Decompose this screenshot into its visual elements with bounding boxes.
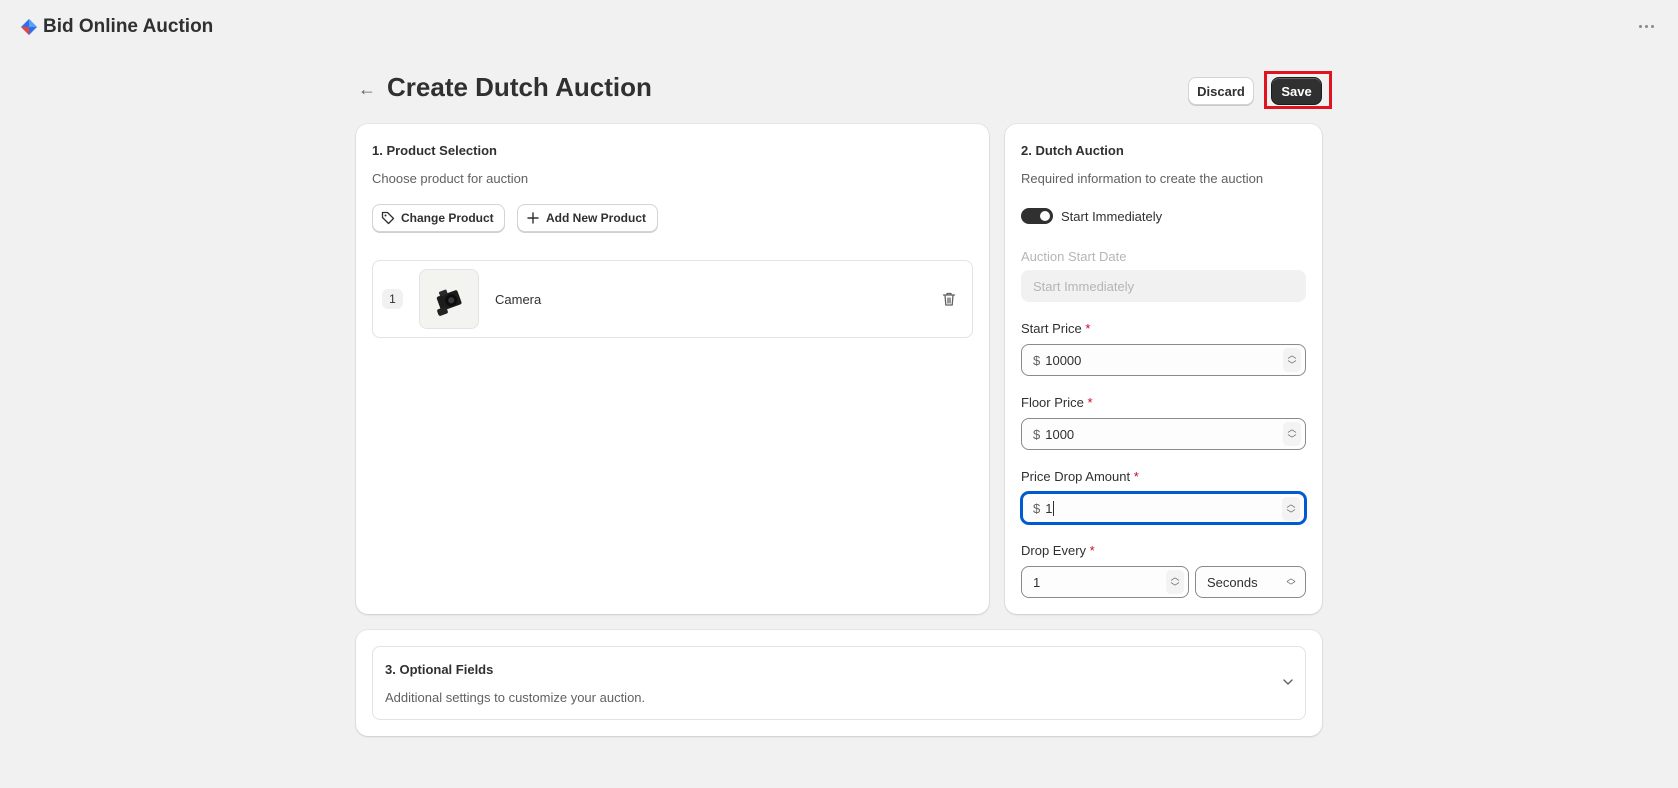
price-drop-label: Price Drop Amount *	[1021, 469, 1139, 484]
start-immediately-toggle[interactable]	[1021, 208, 1053, 224]
drop-every-label-text: Drop Every	[1021, 543, 1087, 558]
product-name: Camera	[495, 292, 542, 307]
chevron-up-icon[interactable]: ︿	[1170, 572, 1179, 582]
app-title: Bid Online Auction	[43, 16, 214, 37]
page-title: Create Dutch Auction	[387, 72, 652, 102]
chevron-down-icon[interactable]: ﹀	[1170, 582, 1179, 592]
floor-price-value: 1000	[1045, 426, 1075, 442]
start-date-field: Start Immediately	[1021, 270, 1306, 302]
select-chevron-icon: ︿ ﹀	[1286, 573, 1296, 591]
start-price-label: Start Price *	[1021, 321, 1090, 336]
product-thumbnail	[419, 269, 479, 329]
drop-every-unit-value: Seconds	[1207, 574, 1258, 590]
currency-prefix: $	[1033, 352, 1041, 368]
currency-prefix: $	[1033, 500, 1041, 516]
dutch-auction-heading: 2. Dutch Auction	[1021, 143, 1124, 158]
tag-icon	[381, 211, 395, 225]
price-drop-input[interactable]: $ 1 ︿ ﹀	[1021, 492, 1306, 524]
optional-fields-subheading: Additional settings to customize your au…	[385, 690, 646, 705]
chevron-down-icon[interactable]: ﹀	[1287, 434, 1296, 444]
required-marker: *	[1085, 321, 1091, 336]
drop-every-input[interactable]: 1 ︿ ﹀	[1021, 566, 1189, 598]
product-selection-card: 1. Product Selection Choose product for …	[356, 124, 989, 614]
floor-price-input[interactable]: $ 1000 ︿ ﹀	[1021, 418, 1306, 450]
add-new-product-label: Add New Product	[546, 211, 647, 225]
price-drop-label-text: Price Drop Amount	[1021, 469, 1131, 484]
drop-every-stepper[interactable]: ︿ ﹀	[1166, 570, 1184, 594]
drop-every-label: Drop Every *	[1021, 543, 1095, 558]
text-caret	[1053, 500, 1055, 516]
start-price-value: 10000	[1045, 352, 1082, 368]
product-selection-subheading: Choose product for auction	[372, 171, 529, 186]
currency-prefix: $	[1033, 426, 1041, 442]
start-date-placeholder: Start Immediately	[1033, 278, 1135, 294]
chevron-down-icon[interactable]	[1281, 675, 1295, 689]
optional-fields-collapsible[interactable]: 3. Optional Fields Additional settings t…	[372, 646, 1306, 720]
save-button[interactable]: Save	[1271, 77, 1322, 105]
chevron-down-icon[interactable]: ﹀	[1286, 509, 1295, 519]
app-logo-icon	[21, 19, 37, 35]
start-price-input[interactable]: $ 10000 ︿ ﹀	[1021, 344, 1306, 376]
trash-icon[interactable]	[940, 290, 958, 308]
back-arrow-icon[interactable]: ←	[358, 78, 380, 100]
required-marker: *	[1133, 469, 1139, 484]
discard-button[interactable]: Discard	[1188, 77, 1254, 105]
chevron-up-icon[interactable]: ︿	[1286, 499, 1295, 509]
required-marker: *	[1087, 395, 1093, 410]
floor-price-label-text: Floor Price	[1021, 395, 1084, 410]
price-drop-value: 1	[1045, 500, 1053, 516]
start-immediately-label: Start Immediately	[1061, 209, 1163, 224]
top-bar: Bid Online Auction	[0, 0, 1678, 54]
optional-fields-heading: 3. Optional Fields	[385, 662, 494, 677]
chevron-up-icon[interactable]: ︿	[1287, 350, 1296, 360]
chevron-down-icon[interactable]: ﹀	[1287, 360, 1296, 370]
add-new-product-button[interactable]: Add New Product	[517, 204, 658, 232]
optional-fields-card: 3. Optional Fields Additional settings t…	[356, 630, 1322, 736]
camera-image	[420, 270, 478, 328]
plus-icon	[527, 212, 539, 224]
floor-price-stepper[interactable]: ︿ ﹀	[1283, 422, 1301, 446]
dutch-auction-subheading: Required information to create the aucti…	[1021, 171, 1264, 186]
drop-every-unit-select[interactable]: Seconds ︿ ﹀	[1195, 566, 1306, 598]
product-row: 1 Camera	[372, 260, 973, 338]
start-price-label-text: Start Price	[1021, 321, 1082, 336]
floor-price-label: Floor Price *	[1021, 395, 1093, 410]
chevron-up-icon[interactable]: ︿	[1287, 424, 1296, 434]
required-marker: *	[1089, 543, 1095, 558]
price-drop-stepper[interactable]: ︿ ﹀	[1282, 497, 1300, 521]
start-price-stepper[interactable]: ︿ ﹀	[1283, 348, 1301, 372]
dutch-auction-card: 2. Dutch Auction Required information to…	[1005, 124, 1322, 614]
more-actions-icon[interactable]	[1632, 14, 1660, 38]
change-product-label: Change Product	[401, 211, 494, 225]
change-product-button[interactable]: Change Product	[372, 204, 505, 232]
product-selection-heading: 1. Product Selection	[372, 143, 497, 158]
start-date-label: Auction Start Date	[1021, 249, 1127, 264]
product-index: 1	[382, 289, 403, 309]
drop-every-value: 1	[1033, 574, 1041, 590]
